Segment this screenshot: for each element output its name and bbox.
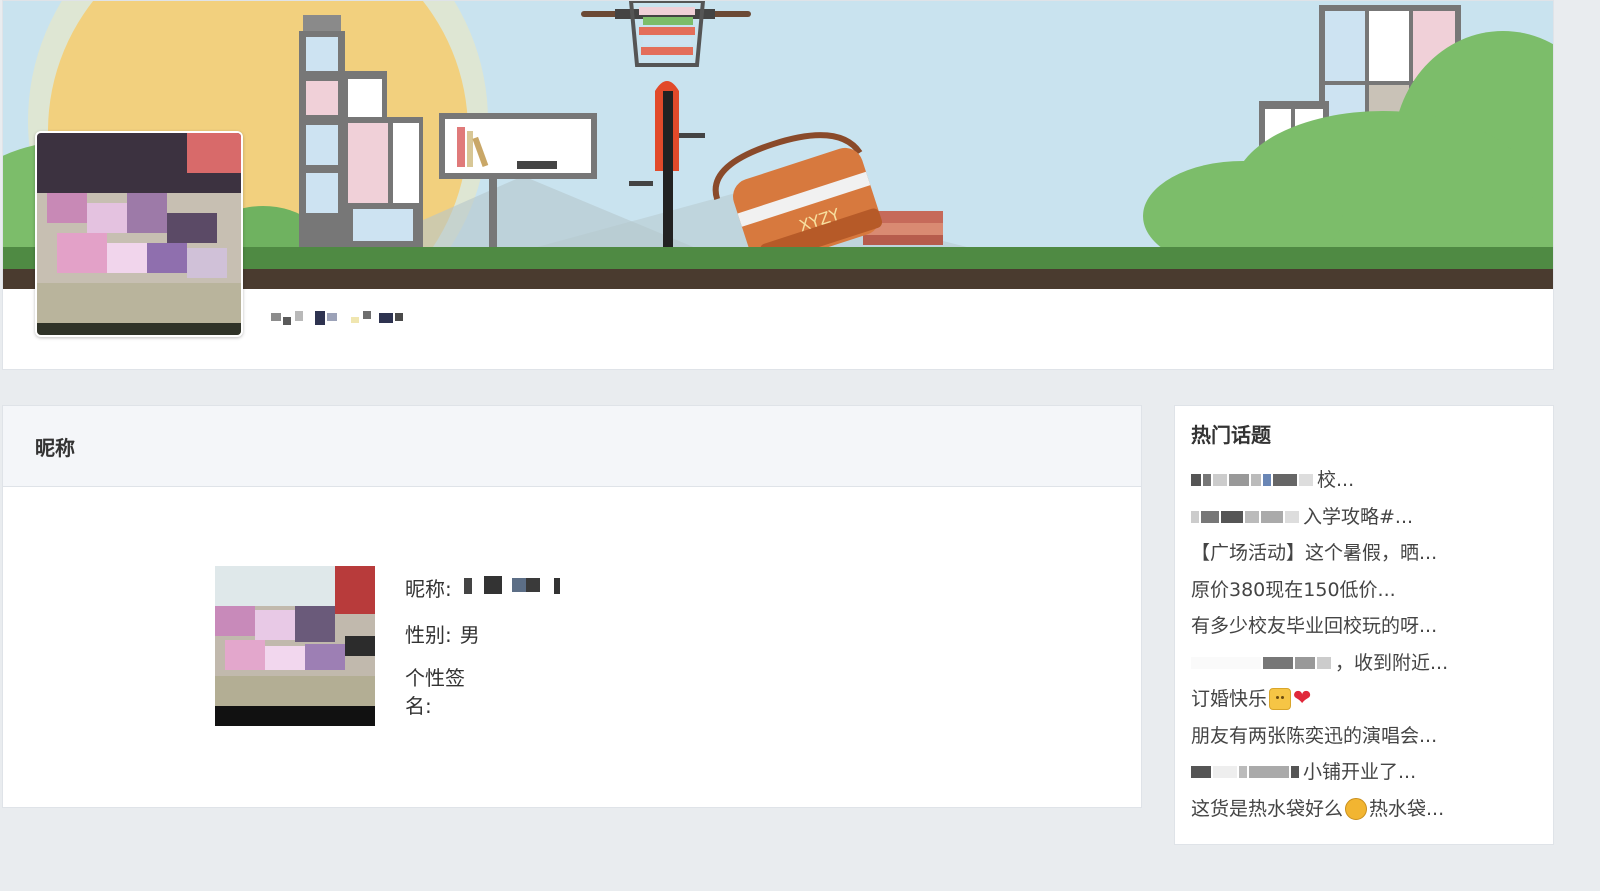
redacted-text (1191, 510, 1299, 523)
profile-card: XYZY (2, 0, 1554, 370)
smiley-emoji-icon (1269, 688, 1292, 711)
topic-text: 原价380现在150低价... (1191, 578, 1396, 601)
gender-row: 性别: 男 (405, 610, 570, 656)
signature-label: 个性签名: (405, 666, 465, 718)
main-card: 昵称 昵称: 性别: 男 个性签名: (2, 405, 1142, 808)
nickname-value (460, 574, 570, 601)
topic-item[interactable]: 有多少校友毕业回校玩的呀... (1191, 608, 1537, 645)
topic-text: 校... (1317, 469, 1355, 491)
topic-item[interactable]: 入学攻略#... (1191, 499, 1537, 536)
heart-icon: ❤ (1293, 686, 1312, 711)
face-emoji-icon (1345, 797, 1368, 820)
nickname-label: 昵称: (405, 576, 452, 601)
topic-text: 小铺开业了... (1303, 761, 1417, 783)
topic-text: 这货是热水袋好么 (1191, 797, 1344, 820)
topic-text: 订婚快乐 (1191, 688, 1268, 710)
redacted-text (1191, 474, 1313, 487)
topic-item[interactable]: 小铺开业了... (1191, 754, 1537, 791)
detail-avatar (215, 566, 375, 726)
topic-item[interactable]: 这货是热水袋好么 热水袋... (1191, 791, 1537, 828)
topic-text: 入学攻略#... (1303, 505, 1414, 528)
nickname-row: 昵称: (405, 564, 570, 610)
profile-avatar[interactable] (35, 131, 243, 337)
topic-item[interactable]: 校... (1191, 462, 1537, 499)
hot-topics-title: 热门话题 (1191, 423, 1271, 447)
main-header-title: 昵称 (3, 406, 1141, 487)
hot-topics-panel: 热门话题 校... 入学攻略#... 【广场活动】这个暑假，晒... 原价380… (1174, 405, 1554, 845)
redacted-text (1191, 766, 1299, 779)
gender-value: 男 (459, 622, 480, 647)
topic-text: 【广场活动】这个暑假，晒... (1191, 542, 1438, 564)
topic-item[interactable]: 订婚快乐 ❤ (1191, 681, 1537, 718)
gender-label: 性别: (405, 622, 452, 647)
topic-text: ，收到附近... (1335, 651, 1449, 674)
redacted-text (1191, 656, 1331, 669)
topic-item[interactable]: 原价380现在150低价... (1191, 572, 1537, 609)
topic-text: 热水袋... (1369, 797, 1445, 820)
signature-row: 个性签名: (405, 656, 570, 718)
profile-details: 昵称: 性别: 男 个性签名: (405, 564, 570, 718)
profile-username (271, 307, 421, 331)
topic-item[interactable]: ，收到附近... (1191, 645, 1537, 682)
topic-text: 有多少校友毕业回校玩的呀... (1191, 615, 1438, 637)
topic-item[interactable]: 朋友有两张陈奕迅的演唱会... (1191, 718, 1537, 755)
topic-item[interactable]: 【广场活动】这个暑假，晒... (1191, 535, 1537, 572)
topic-text: 朋友有两张陈奕迅的演唱会... (1191, 724, 1438, 747)
